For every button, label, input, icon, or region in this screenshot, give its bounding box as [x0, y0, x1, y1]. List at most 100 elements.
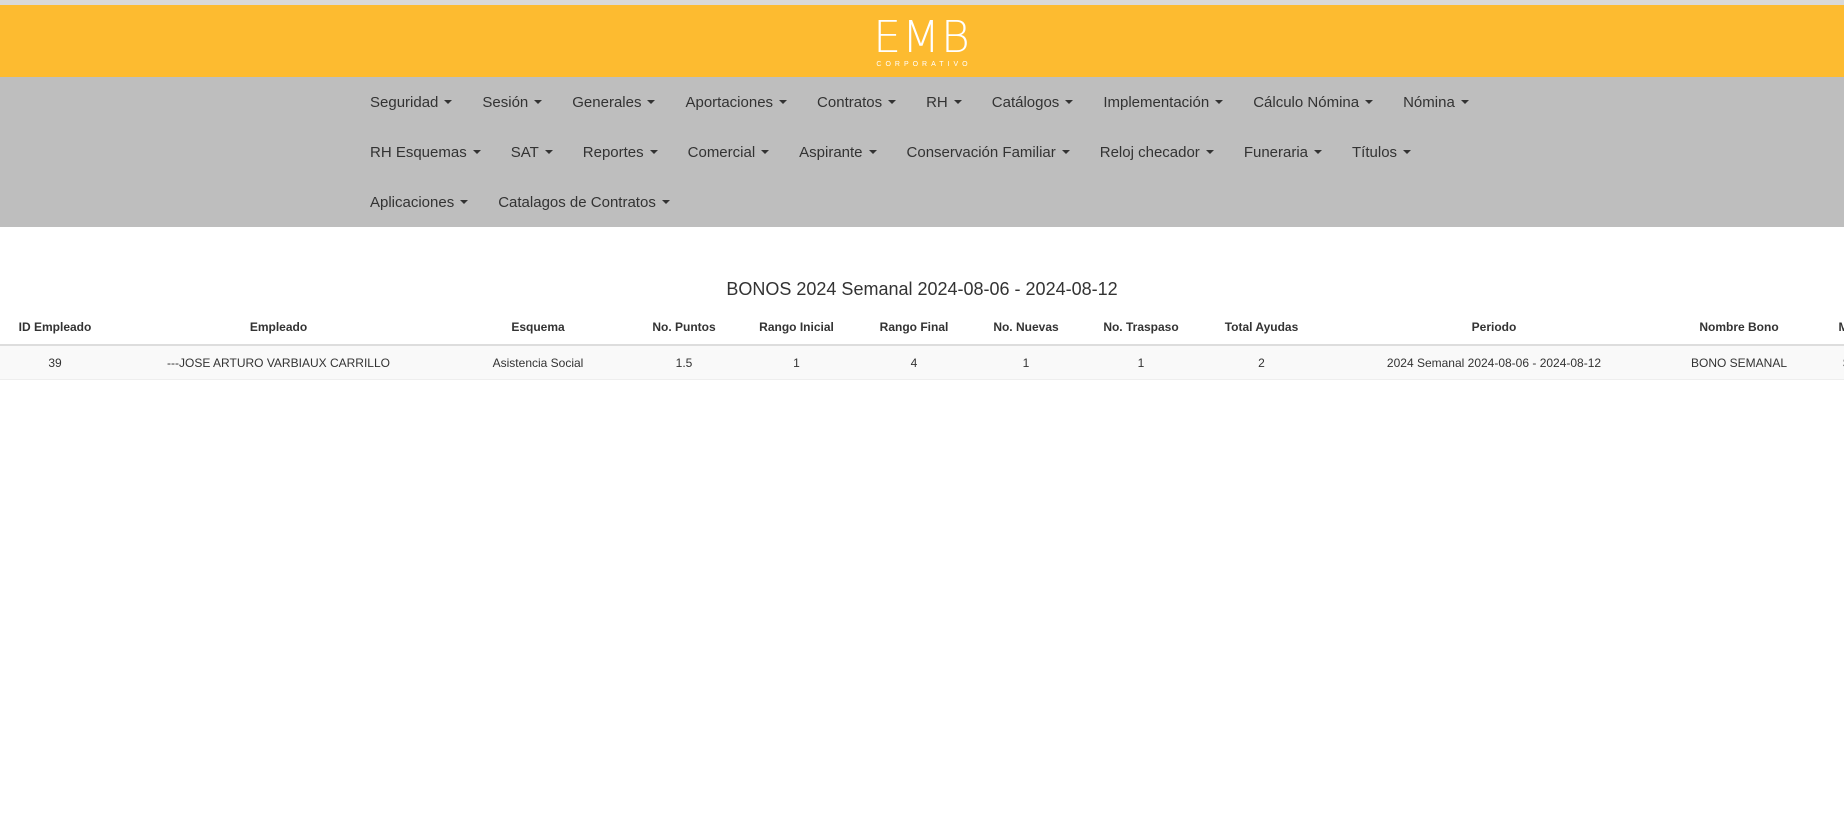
nav-menu-funeraria[interactable]: Funeraria	[1243, 143, 1323, 161]
nav-menu-rh-esquemas[interactable]: RH Esquemas	[370, 144, 481, 161]
table-cell: 39	[0, 345, 110, 380]
main-navbar: Seguridad Sesión Generales Aportaciones …	[0, 77, 1844, 227]
caret-down-icon	[472, 150, 481, 154]
caret-down-icon	[1403, 150, 1412, 154]
column-header[interactable]: Monto	[1809, 310, 1844, 346]
nav-menu-catalogos[interactable]: Catálogos	[992, 94, 1074, 111]
caret-down-icon	[761, 150, 770, 154]
caret-down-icon	[1365, 100, 1374, 104]
table-cell: Asistencia Social	[447, 345, 629, 380]
caret-down-icon	[888, 100, 897, 104]
nav-menu-comercial[interactable]: Comercial	[688, 144, 770, 161]
caret-down-icon	[1215, 100, 1224, 104]
table-cell: $500	[1809, 345, 1844, 380]
nav-label: Conservación Familiar	[906, 143, 1056, 161]
logo-subtitle: CORPORATIVO	[876, 60, 972, 68]
caret-down-icon	[779, 100, 788, 104]
nav-label: Contratos	[817, 93, 883, 111]
nav-label: Seguridad	[370, 93, 439, 111]
column-header[interactable]: Rango Inicial	[739, 310, 854, 346]
column-header[interactable]: ID Empleado	[0, 310, 110, 346]
table-cell: 1.5	[629, 345, 739, 380]
table-cell: 2	[1204, 345, 1319, 380]
nav-menu-rh[interactable]: RH	[926, 94, 962, 111]
caret-down-icon	[649, 150, 658, 154]
caret-down-icon	[460, 200, 469, 204]
column-header[interactable]: Empleado	[110, 310, 447, 346]
table-cell: 1	[974, 345, 1078, 380]
nav-label: Aplicaciones	[370, 193, 455, 211]
nav-menu-contratos[interactable]: Contratos	[817, 93, 897, 111]
nav-menu-aplicaciones[interactable]: Aplicaciones	[370, 193, 469, 211]
nav-label: Implementación	[1103, 93, 1210, 111]
table-cell: BONO SEMANAL	[1669, 345, 1809, 380]
caret-down-icon	[1205, 150, 1214, 154]
nav-label: Nómina	[1403, 93, 1455, 111]
nav-menu-aspirante[interactable]: Aspirante	[799, 143, 877, 161]
nav-menu-nomina[interactable]: Nómina	[1403, 94, 1469, 111]
nav-menu-generales[interactable]: Generales	[572, 93, 656, 111]
nav-menu-calculo-nomina[interactable]: Cálculo Nómina	[1253, 93, 1374, 111]
caret-down-icon	[1061, 150, 1070, 154]
nav-label: Aspirante	[799, 143, 863, 161]
table-cell: ---JOSE ARTURO VARBIAUX CARRILLO	[110, 345, 447, 380]
nav-row-3: Aplicaciones Catalagos de Contratos	[370, 177, 700, 227]
nav-menu-catalagos-de-contratos[interactable]: Catalagos de Contratos	[498, 194, 670, 211]
table-cell: 1	[1078, 345, 1204, 380]
caret-down-icon	[444, 100, 453, 104]
nav-label: SAT	[510, 143, 539, 161]
nav-menu-titulos[interactable]: Títulos	[1352, 144, 1412, 161]
caret-down-icon	[1314, 150, 1323, 154]
nav-label: Funeraria	[1243, 143, 1309, 161]
nav-label: Comercial	[687, 143, 756, 161]
table-header-row: ID Empleado Empleado Esquema No. Puntos …	[0, 310, 1844, 346]
nav-label: Reloj checador	[1099, 143, 1200, 161]
nav-label: Sesión	[482, 93, 529, 111]
table-cell: 4	[854, 345, 974, 380]
report-title: BONOS 2024 Semanal 2024-08-06 - 2024-08-…	[0, 277, 1844, 301]
nav-row-1: Seguridad Sesión Generales Aportaciones …	[370, 77, 1499, 127]
report-title-text: BONOS 2024 Semanal 2024-08-06 - 2024-08-…	[726, 279, 1118, 299]
column-header[interactable]: No. Traspaso	[1078, 310, 1204, 346]
logo-mark: EMB	[873, 11, 971, 63]
nav-label: Aportaciones	[685, 93, 774, 111]
nav-menu-sesion[interactable]: Sesión	[482, 93, 543, 111]
nav-label: Catálogos	[991, 93, 1060, 111]
nav-label: Reportes	[582, 143, 644, 161]
brand-header: EMB CORPORATIVO	[0, 5, 1844, 77]
column-header[interactable]: Total Ayudas	[1204, 310, 1319, 346]
caret-down-icon	[868, 150, 877, 154]
column-header[interactable]: Nombre Bono	[1669, 310, 1809, 346]
nav-menu-aportaciones[interactable]: Aportaciones	[685, 93, 788, 111]
main-content: BONOS 2024 Semanal 2024-08-06 - 2024-08-…	[0, 277, 1844, 380]
nav-row-2: RH Esquemas SAT Reportes Comercial Aspir…	[370, 127, 1441, 177]
column-header[interactable]: Periodo	[1319, 310, 1669, 346]
caret-down-icon	[1460, 100, 1469, 104]
column-header[interactable]: Esquema	[447, 310, 629, 346]
nav-label: RH Esquemas	[370, 143, 467, 161]
nav-menu-reportes[interactable]: Reportes	[583, 144, 658, 161]
table-cell: 2024 Semanal 2024-08-06 - 2024-08-12	[1319, 345, 1669, 380]
caret-down-icon	[661, 200, 670, 204]
caret-down-icon	[647, 100, 656, 104]
nav-menu-sat[interactable]: SAT	[511, 144, 553, 161]
nav-menu-seguridad[interactable]: Seguridad	[370, 93, 453, 111]
table-cell: 1	[739, 345, 854, 380]
column-header[interactable]: No. Puntos	[629, 310, 739, 346]
nav-label: Cálculo Nómina	[1253, 93, 1360, 111]
nav-menu-conservacion-familiar[interactable]: Conservación Familiar	[907, 144, 1070, 161]
nav-menu-reloj-checador[interactable]: Reloj checador	[1100, 144, 1214, 161]
nav-menu-implementacion[interactable]: Implementación	[1103, 93, 1224, 111]
column-header[interactable]: No. Nuevas	[974, 310, 1078, 346]
caret-down-icon	[1065, 100, 1074, 104]
nav-label: Generales	[572, 93, 642, 111]
bonos-table: ID Empleado Empleado Esquema No. Puntos …	[0, 310, 1844, 380]
table-row: 39 ---JOSE ARTURO VARBIAUX CARRILLO Asis…	[0, 345, 1844, 380]
nav-label: Catalagos de Contratos	[498, 193, 656, 211]
caret-down-icon	[544, 150, 553, 154]
nav-label: RH	[926, 93, 948, 111]
column-header[interactable]: Rango Final	[854, 310, 974, 346]
caret-down-icon	[953, 100, 962, 104]
company-logo[interactable]: EMB CORPORATIVO	[872, 11, 972, 69]
caret-down-icon	[534, 100, 543, 104]
